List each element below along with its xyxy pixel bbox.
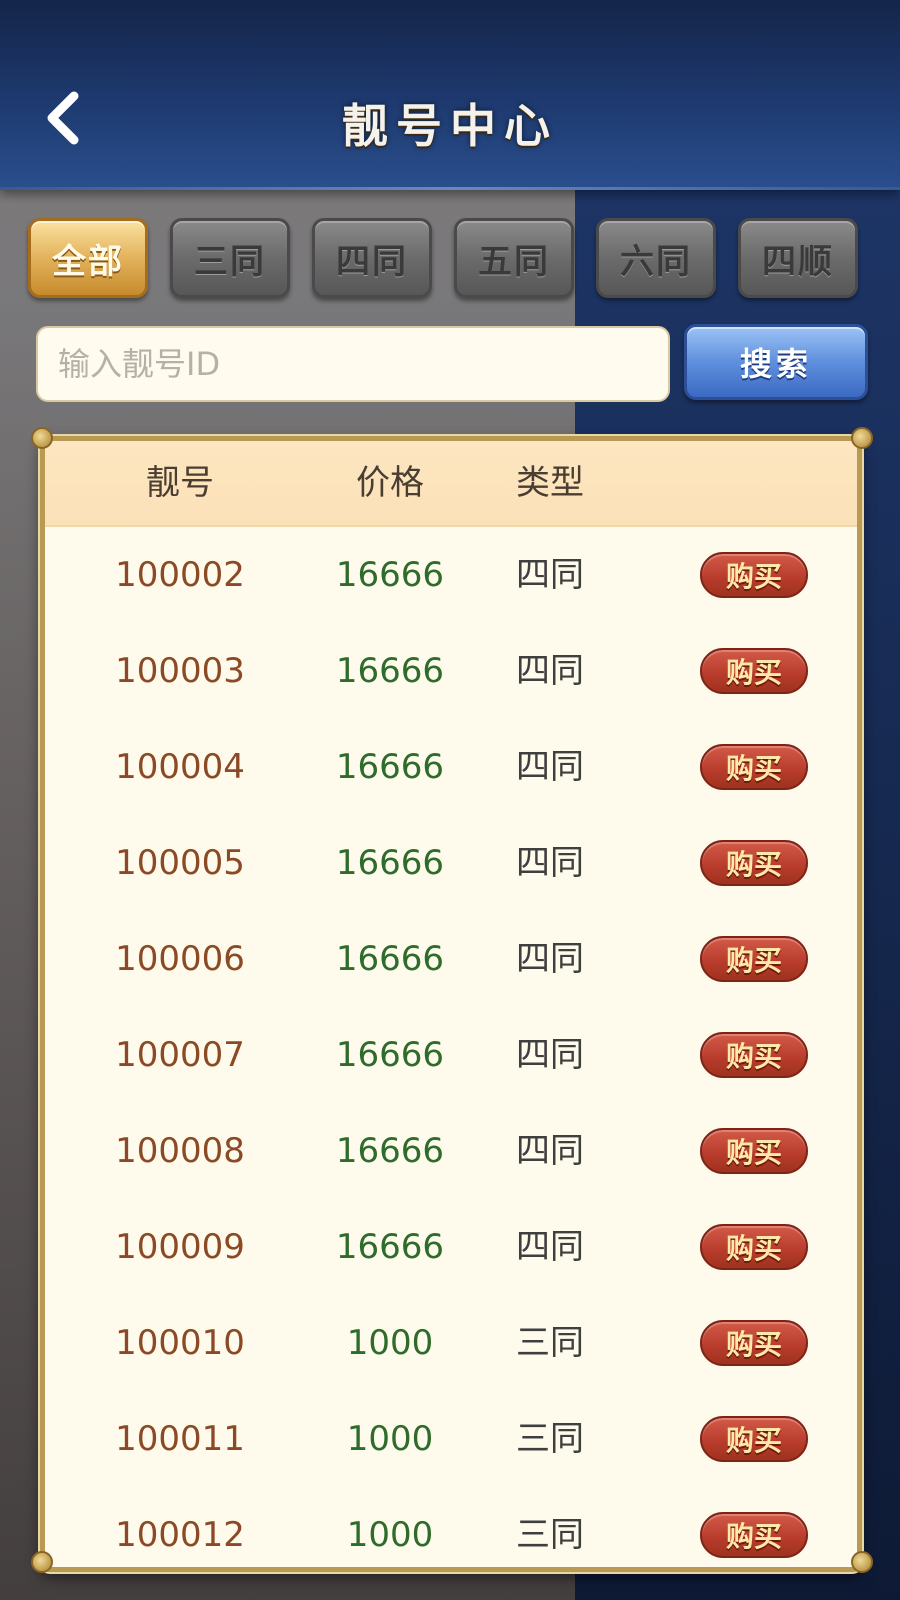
- table-row: 100009 16666 四同 购买: [45, 1199, 857, 1295]
- panel-corner-ornament: [851, 427, 873, 449]
- column-header-price: 价格: [356, 463, 424, 503]
- row-type: 三同: [516, 1515, 584, 1555]
- row-type: 四同: [516, 555, 584, 595]
- row-type: 四同: [516, 1035, 584, 1075]
- panel-corner-ornament: [31, 427, 53, 449]
- row-type: 四同: [516, 843, 584, 883]
- row-type: 四同: [516, 747, 584, 787]
- row-type: 三同: [516, 1419, 584, 1459]
- row-type: 四同: [516, 1131, 584, 1171]
- row-type: 四同: [516, 939, 584, 979]
- row-number-id: 100010: [115, 1323, 245, 1363]
- row-number-id: 100002: [115, 555, 245, 595]
- column-header-id: 靓号: [146, 463, 214, 503]
- table-row: 100006 16666 四同 购买: [45, 911, 857, 1007]
- table-row: 100008 16666 四同 购买: [45, 1103, 857, 1199]
- table-row: 100012 1000 三同 购买: [45, 1487, 857, 1567]
- table-row: 100010 1000 三同 购买: [45, 1295, 857, 1391]
- number-list-panel: 靓号 价格 类型 100002 16666 四同 购买 100003 16666 四同 购买 1…: [40, 436, 862, 1572]
- table-header: 靓号 价格 类型: [45, 441, 857, 527]
- row-number-id: 100012: [115, 1515, 245, 1555]
- page-title: 靓号中心: [342, 99, 558, 153]
- row-price: 16666: [335, 651, 445, 691]
- row-price: 16666: [335, 843, 445, 883]
- table-row: 100002 16666 四同 购买: [45, 527, 857, 623]
- buy-button[interactable]: 购买: [700, 1320, 808, 1366]
- buy-button[interactable]: 购买: [700, 1128, 808, 1174]
- row-number-id: 100005: [115, 843, 245, 883]
- row-price: 1000: [346, 1323, 434, 1363]
- row-price: 16666: [335, 939, 445, 979]
- table-row: 100011 1000 三同 购买: [45, 1391, 857, 1487]
- column-header-type: 类型: [516, 463, 584, 503]
- row-number-id: 100004: [115, 747, 245, 787]
- filter-tabs: 全部 三同 四同 五同 六同 四顺: [28, 218, 878, 300]
- row-number-id: 100006: [115, 939, 245, 979]
- buy-button[interactable]: 购买: [700, 840, 808, 886]
- buy-button[interactable]: 购买: [700, 1416, 808, 1462]
- row-number-id: 100009: [115, 1227, 245, 1267]
- buy-button[interactable]: 购买: [700, 1032, 808, 1078]
- header-bar: 靓号中心: [0, 0, 900, 190]
- buy-button[interactable]: 购买: [700, 648, 808, 694]
- row-type: 四同: [516, 1227, 584, 1267]
- buy-button[interactable]: 购买: [700, 1512, 808, 1558]
- tab-all[interactable]: 全部: [28, 218, 148, 298]
- tab-four-same[interactable]: 四同: [312, 218, 432, 298]
- table-body[interactable]: 100002 16666 四同 购买 100003 16666 四同 购买 100004 1666…: [45, 527, 857, 1567]
- row-type: 三同: [516, 1323, 584, 1363]
- row-price: 16666: [335, 1131, 445, 1171]
- row-price: 1000: [346, 1515, 434, 1555]
- tab-six-same[interactable]: 六同: [596, 218, 716, 298]
- row-type: 四同: [516, 651, 584, 691]
- row-number-id: 100008: [115, 1131, 245, 1171]
- table-row: 100005 16666 四同 购买: [45, 815, 857, 911]
- search-input[interactable]: [36, 326, 670, 402]
- row-number-id: 100011: [115, 1419, 245, 1459]
- row-price: 16666: [335, 747, 445, 787]
- tab-five-same[interactable]: 五同: [454, 218, 574, 298]
- table-row: 100007 16666 四同 购买: [45, 1007, 857, 1103]
- table-row: 100003 16666 四同 购买: [45, 623, 857, 719]
- row-price: 16666: [335, 1035, 445, 1075]
- table-row: 100004 16666 四同 购买: [45, 719, 857, 815]
- search-button[interactable]: 搜索: [684, 324, 868, 400]
- row-price: 16666: [335, 1227, 445, 1267]
- row-number-id: 100003: [115, 651, 245, 691]
- row-price: 1000: [346, 1419, 434, 1459]
- row-number-id: 100007: [115, 1035, 245, 1075]
- tab-four-straight[interactable]: 四顺: [738, 218, 858, 298]
- tab-three-same[interactable]: 三同: [170, 218, 290, 298]
- buy-button[interactable]: 购买: [700, 552, 808, 598]
- buy-button[interactable]: 购买: [700, 1224, 808, 1270]
- panel-corner-ornament: [851, 1551, 873, 1573]
- panel-corner-ornament: [31, 1551, 53, 1573]
- buy-button[interactable]: 购买: [700, 744, 808, 790]
- row-price: 16666: [335, 555, 445, 595]
- buy-button[interactable]: 购买: [700, 936, 808, 982]
